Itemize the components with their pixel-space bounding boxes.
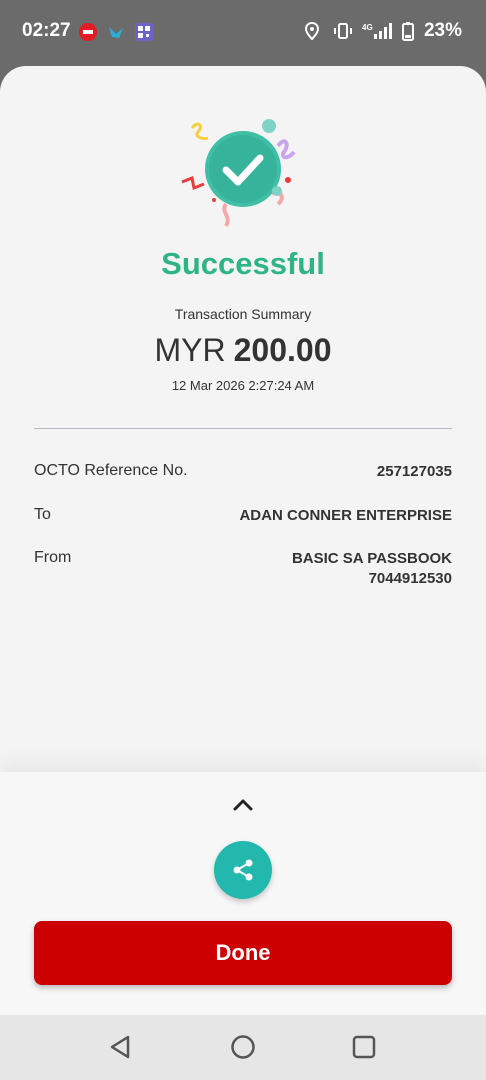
amount-currency: MYR [154,332,226,368]
from-account-name: BASIC SA PASSBOOK [291,550,452,567]
system-icons: 4G 23% [302,20,462,42]
navigation-bar [0,1015,486,1080]
action-panel: Done [0,772,486,1015]
network-label: 4G [362,23,373,32]
back-icon[interactable] [106,1033,134,1061]
chevron-up-icon[interactable] [232,798,254,812]
to-label: To [34,506,51,523]
status-title: Successful [161,246,325,281]
qr-icon [134,22,154,42]
success-illustration-icon [181,119,296,228]
amount: MYR 200.00 [0,332,486,369]
recents-icon[interactable] [350,1033,378,1061]
bird-app-icon [106,22,126,42]
notification-icons [78,22,154,42]
location-icon [302,21,322,41]
home-icon[interactable] [229,1033,257,1061]
share-icon [233,859,253,881]
to-value: ADAN CONNER ENTERPRISE [239,507,452,524]
app-notification-icon [78,22,98,42]
from-label: From [34,549,72,566]
from-value: BASIC SA PASSBOOK 7044912530 [292,549,452,589]
divider [34,428,452,429]
battery-percent: 23% [423,20,462,41]
signal-icon: 4G [362,21,392,41]
transaction-card: Successful Transaction Summary MYR 200.00… [0,66,486,772]
reference-label: OCTO Reference No. [34,462,188,479]
share-button[interactable] [214,841,272,899]
status-time: 02:27 [22,20,71,41]
transaction-datetime: 12 Mar 2026 2:27:24 AM [171,378,315,393]
summary-label: Transaction Summary [174,306,312,322]
status-bar: 02:27 4G 23% [0,0,486,66]
vibrate-icon [332,21,352,41]
done-button[interactable]: Done [34,921,452,985]
reference-value: 257127035 [376,463,452,480]
battery-icon [401,21,414,41]
amount-value: 200.00 [233,332,332,368]
from-account-number: 7044912530 [368,570,452,587]
